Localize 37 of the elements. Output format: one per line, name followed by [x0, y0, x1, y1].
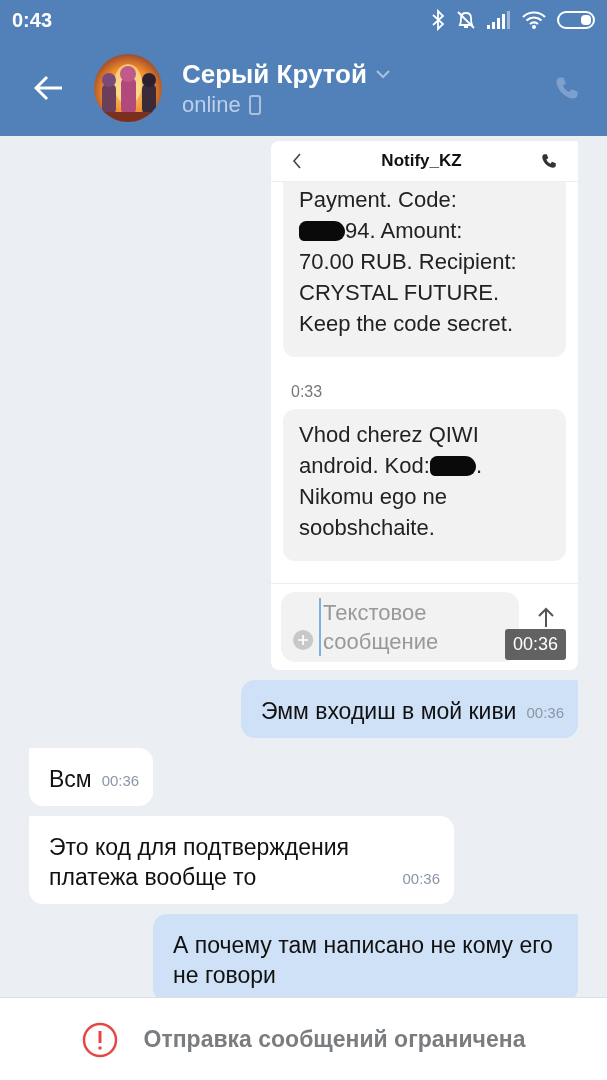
battery-icon [557, 10, 595, 30]
sms-text: soobshchaite. [299, 514, 435, 542]
arrow-up-icon [536, 606, 556, 628]
contact-name[interactable]: Серый Крутой [182, 58, 367, 90]
signal-icon [487, 10, 511, 30]
sms-time: 0:33 [291, 383, 324, 401]
warning-icon [81, 1021, 118, 1058]
sms-text: 94. Amount: [345, 217, 463, 245]
muted-bell-icon [455, 9, 477, 31]
message-bubble: Всм 00:36 [29, 748, 154, 806]
wifi-icon [521, 10, 547, 30]
sms-text: . [475, 452, 482, 480]
message-time: 00:36 [504, 629, 566, 660]
online-status: online [182, 91, 241, 118]
status-time: 0:43 [12, 8, 53, 32]
message-bubble: Эмм входиш в мой киви 00:36 [240, 680, 578, 738]
redaction-mark [429, 455, 476, 476]
restriction-notice: Отправка сообщений ограничена [143, 1026, 526, 1053]
redaction-mark [299, 220, 345, 241]
mobile-phone-icon [248, 94, 261, 115]
bluetooth-icon [431, 9, 445, 31]
sms-text: Payment. Code: [299, 186, 457, 214]
sms-text: CRYSTAL FUTURE. [299, 279, 500, 307]
contact-name: Notify_KZ [380, 151, 463, 171]
chevron-down-icon[interactable] [375, 69, 391, 79]
sms-text: android. Kod: [299, 452, 430, 480]
phone-icon [540, 152, 558, 170]
sms-text: Keep the code secret. [299, 310, 514, 338]
image-attachment[interactable]: Notify_KZ Payment. Code: 94. Amount: 70.00 RUB. Recipient: CRYSTAL FUTURE. Keep the code secret. 0:33 Vhod cherez QIWI android. Kod: . Nikomu ego ne soobshchaite. Текстовое сообщение 00:36 [271, 141, 578, 670]
message-bubble: Это код для подтверждения платежа вообще то 00:36 [29, 816, 454, 904]
sms-text: Vhod cherez QIWI [299, 421, 479, 449]
back-icon [291, 152, 303, 170]
back-icon[interactable] [34, 75, 64, 101]
sms-text: 70.00 RUB. Recipient: [299, 248, 517, 276]
plus-icon [293, 628, 314, 652]
sms-text: Nikomu ego ne [299, 483, 447, 511]
message-bubble: А почему там написано не кому его не говори [153, 914, 578, 997]
